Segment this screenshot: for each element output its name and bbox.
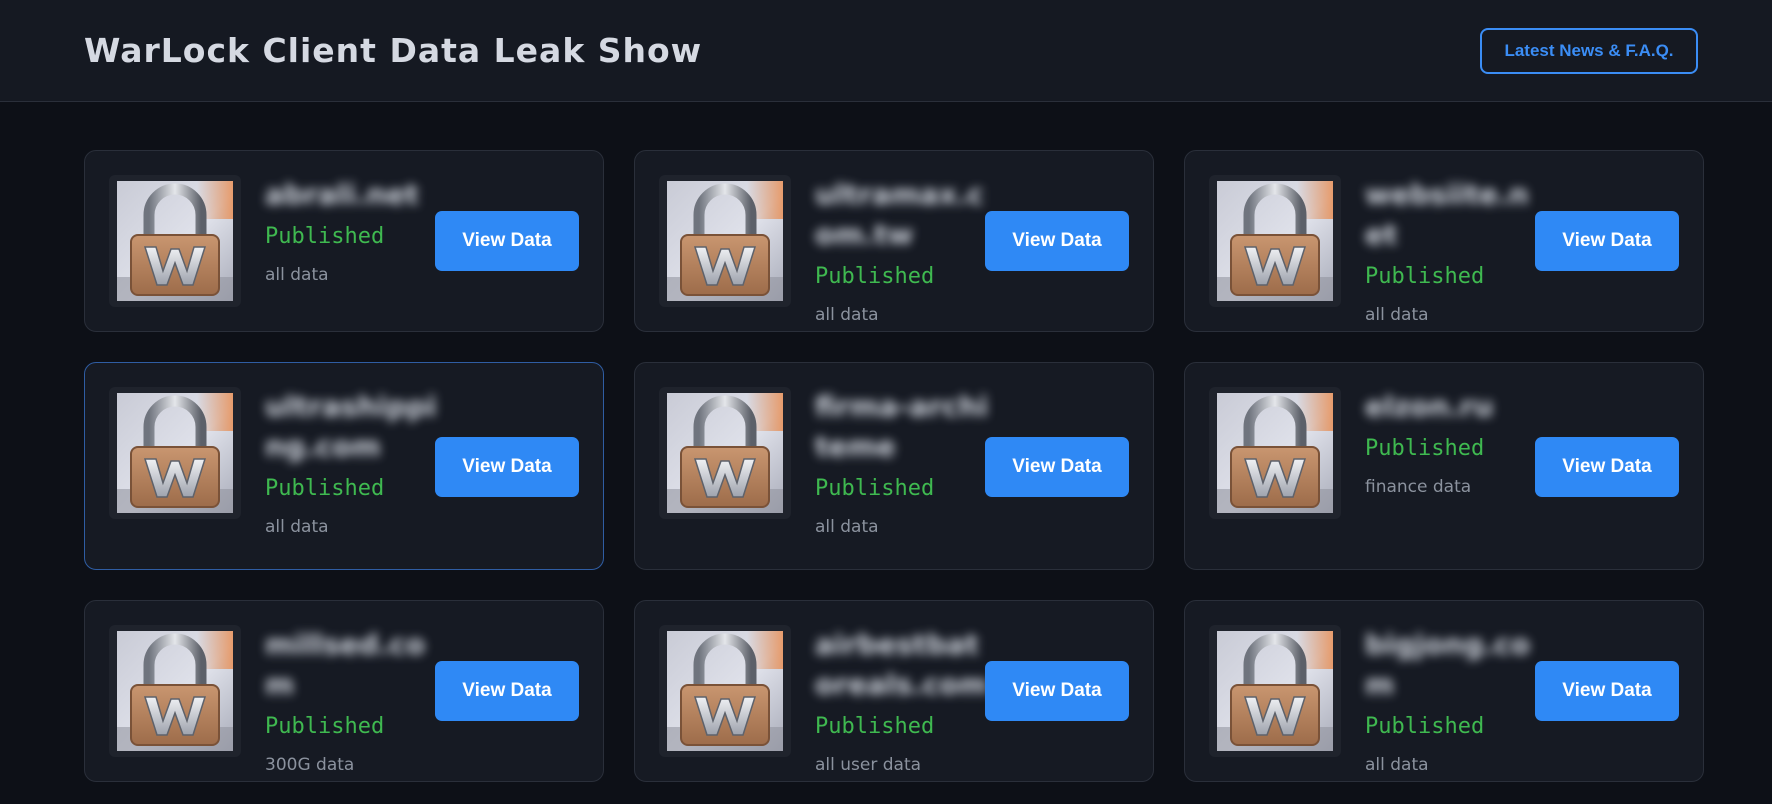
status-published: Published bbox=[815, 714, 935, 739]
leak-description: 300G data bbox=[265, 755, 355, 775]
status-published: Published bbox=[1365, 436, 1485, 461]
leak-domain[interactable]: abrali.net bbox=[265, 175, 445, 215]
leak-card: bigjong.com Published all data View Data bbox=[1184, 600, 1704, 782]
status-published: Published bbox=[1365, 714, 1485, 739]
padlock-w-icon bbox=[109, 625, 241, 757]
view-data-button[interactable]: View Data bbox=[985, 661, 1129, 721]
leak-description: all data bbox=[265, 517, 329, 537]
leak-domain[interactable]: firma-architeme bbox=[815, 387, 995, 467]
leak-domain[interactable]: bigjong.com bbox=[1365, 625, 1545, 705]
padlock-w-icon bbox=[1209, 387, 1341, 519]
padlock-w-icon bbox=[659, 387, 791, 519]
view-data-button[interactable]: View Data bbox=[1535, 661, 1679, 721]
view-data-button[interactable]: View Data bbox=[435, 437, 579, 497]
status-published: Published bbox=[265, 476, 385, 501]
leak-domain[interactable]: airbestbatoreals.com bbox=[815, 625, 995, 705]
status-published: Published bbox=[265, 224, 385, 249]
view-data-button[interactable]: View Data bbox=[1535, 437, 1679, 497]
latest-news-faq-button[interactable]: Latest News & F.A.Q. bbox=[1480, 27, 1698, 74]
leak-domain[interactable]: elzon.ru bbox=[1365, 387, 1545, 427]
leak-card: firma-architeme Published all data View … bbox=[634, 362, 1154, 570]
leak-description: all data bbox=[815, 305, 879, 325]
leak-description: all data bbox=[1365, 305, 1429, 325]
leak-description: all user data bbox=[815, 755, 922, 775]
leak-domain[interactable]: ultrashipping.com bbox=[265, 387, 445, 467]
leak-description: all data bbox=[815, 517, 879, 537]
leak-card: elzon.ru Published finance data View Dat… bbox=[1184, 362, 1704, 570]
view-data-button[interactable]: View Data bbox=[435, 211, 579, 271]
leak-card: websiite.net Published all data View Dat… bbox=[1184, 150, 1704, 332]
leak-description: all data bbox=[265, 265, 329, 285]
leak-domain[interactable]: websiite.net bbox=[1365, 175, 1545, 255]
leak-card: ultrashipping.com Published all data Vie… bbox=[84, 362, 604, 570]
leak-description: finance data bbox=[1365, 477, 1472, 497]
leak-card: millsed.com Published 300G data View Dat… bbox=[84, 600, 604, 782]
padlock-w-icon bbox=[1209, 625, 1341, 757]
view-data-button[interactable]: View Data bbox=[435, 661, 579, 721]
status-published: Published bbox=[265, 714, 385, 739]
status-published: Published bbox=[815, 476, 935, 501]
padlock-w-icon bbox=[1209, 175, 1341, 307]
status-published: Published bbox=[1365, 264, 1485, 289]
view-data-button[interactable]: View Data bbox=[985, 211, 1129, 271]
view-data-button[interactable]: View Data bbox=[985, 437, 1129, 497]
leak-domain[interactable]: millsed.com bbox=[265, 625, 445, 705]
site-header: WarLock Client Data Leak Show Latest New… bbox=[0, 0, 1772, 102]
leak-domain[interactable]: ultramax.com.tw bbox=[815, 175, 995, 255]
leak-description: all data bbox=[1365, 755, 1429, 775]
leak-card: abrali.net Published all data View Data bbox=[84, 150, 604, 332]
leak-card-grid: abrali.net Published all data View Data … bbox=[0, 102, 1772, 804]
padlock-w-icon bbox=[659, 175, 791, 307]
site-title: WarLock Client Data Leak Show bbox=[84, 31, 703, 70]
padlock-w-icon bbox=[109, 387, 241, 519]
leak-card: airbestbatoreals.com Published all user … bbox=[634, 600, 1154, 782]
view-data-button[interactable]: View Data bbox=[1535, 211, 1679, 271]
padlock-w-icon bbox=[659, 625, 791, 757]
status-published: Published bbox=[815, 264, 935, 289]
leak-card: ultramax.com.tw Published all data View … bbox=[634, 150, 1154, 332]
padlock-w-icon bbox=[109, 175, 241, 307]
